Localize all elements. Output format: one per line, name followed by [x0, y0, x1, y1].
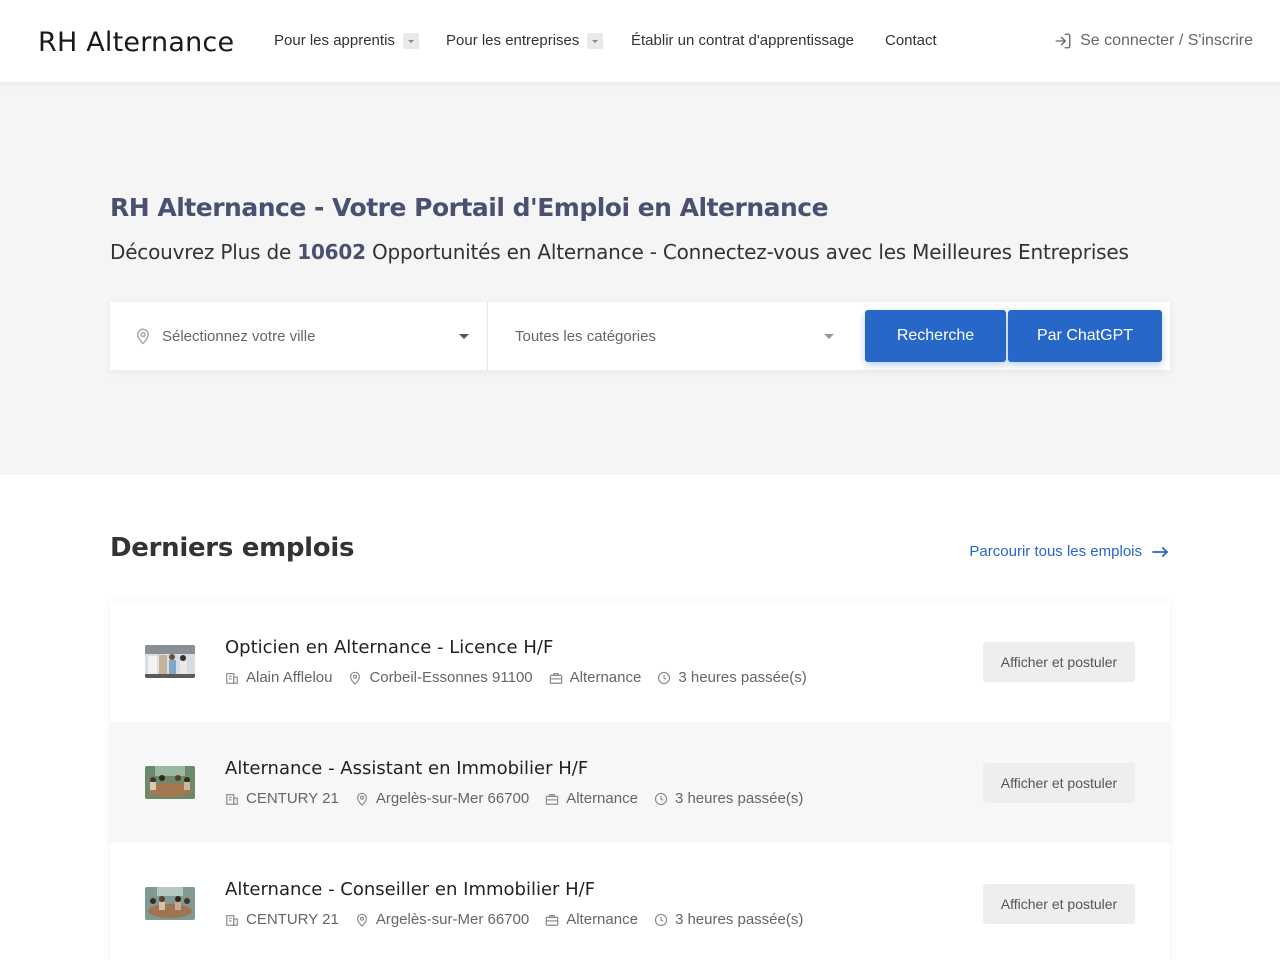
login-icon	[1055, 33, 1071, 49]
opportunity-count: 10602	[297, 240, 366, 264]
site-logo[interactable]: RH Alternance	[38, 27, 234, 58]
job-meta: Alain Afflelou Corbeil-Essonnes 91100 Al…	[225, 669, 823, 686]
login-link[interactable]: Se connecter / S'inscrire	[1054, 32, 1253, 50]
job-location: Argelès-sur-Mer 66700	[375, 790, 530, 807]
job-company: CENTURY 21	[246, 911, 339, 928]
building-icon	[226, 793, 238, 805]
job-type: Alternance	[569, 669, 642, 686]
job-title[interactable]: Alternance - Conseiller en Immobilier H/…	[225, 879, 595, 900]
clock-icon	[658, 671, 671, 684]
job-thumbnail[interactable]	[145, 887, 195, 920]
city-select[interactable]: Sélectionnez votre ville	[110, 302, 488, 370]
job-posted: 3 heures passée(s)	[674, 911, 804, 928]
briefcase-icon	[545, 793, 559, 805]
nav-item-label: Contact	[885, 32, 937, 49]
nav-item-contact[interactable]: Contact	[885, 32, 937, 49]
building-icon	[226, 914, 238, 926]
location-pin-icon	[356, 792, 367, 806]
chatgpt-button[interactable]: Par ChatGPT	[1008, 310, 1162, 362]
location-pin-icon	[356, 913, 367, 927]
location-pin-icon	[137, 328, 149, 345]
job-row: Alternance - Assistant en Immobilier H/F…	[110, 722, 1170, 843]
login-label: Se connecter / S'inscrire	[1080, 32, 1253, 49]
browse-all-jobs-link[interactable]: Parcourir tous les emplois	[969, 543, 1168, 560]
dropdown-arrow-icon	[824, 334, 834, 339]
subtitle-prefix: Découvrez Plus de	[110, 240, 298, 264]
clock-icon	[654, 792, 668, 805]
job-thumbnail[interactable]	[145, 645, 195, 678]
latest-jobs-title: Derniers emplois	[110, 533, 355, 563]
apply-button[interactable]: Afficher et postuler	[983, 884, 1135, 924]
jobs-list: Opticien en Alternance - Licence H/F Ala…	[110, 601, 1170, 960]
arrow-right-icon	[1152, 546, 1168, 557]
nav-item-label: Pour les entreprises	[446, 32, 580, 49]
dropdown-arrow-icon	[459, 334, 469, 339]
nav-item-label: Établir un contrat d'apprentissage	[631, 32, 855, 49]
category-select-placeholder: Toutes les catégories	[515, 327, 656, 345]
hero-title: RH Alternance - Votre Portail d'Emploi e…	[110, 193, 829, 222]
site-header: RH Alternance Pour les apprentis Pour le…	[0, 0, 1280, 82]
city-select-placeholder: Sélectionnez votre ville	[162, 327, 316, 345]
category-select[interactable]: Toutes les catégories	[488, 302, 858, 370]
briefcase-icon	[545, 914, 559, 926]
building-icon	[226, 672, 238, 684]
job-title[interactable]: Opticien en Alternance - Licence H/F	[225, 637, 553, 658]
search-bar: Sélectionnez votre ville Toutes les caté…	[110, 302, 1170, 370]
job-meta: CENTURY 21 Argelès-sur-Mer 66700 Alterna…	[225, 790, 819, 807]
job-thumbnail[interactable]	[145, 766, 195, 799]
job-meta: CENTURY 21 Argelès-sur-Mer 66700 Alterna…	[225, 911, 819, 928]
clock-icon	[654, 913, 668, 926]
job-location: Argelès-sur-Mer 66700	[375, 911, 530, 928]
apply-button[interactable]: Afficher et postuler	[983, 763, 1135, 803]
subtitle-suffix: Opportunités en Alternance - Connectez-v…	[365, 240, 1129, 264]
hero-subtitle: Découvrez Plus de 10602 Opportunités en …	[110, 240, 1129, 264]
job-company: CENTURY 21	[246, 790, 339, 807]
job-row: Alternance - Conseiller en Immobilier H/…	[110, 843, 1170, 960]
search-button[interactable]: Recherche	[865, 310, 1006, 362]
job-location: Corbeil-Essonnes 91100	[369, 669, 533, 686]
browse-link-label: Parcourir tous les emplois	[969, 543, 1142, 560]
hero-section: RH Alternance - Votre Portail d'Emploi e…	[0, 82, 1280, 475]
nav-item-entreprises[interactable]: Pour les entreprises	[446, 32, 604, 49]
location-pin-icon	[350, 671, 361, 685]
job-row: Opticien en Alternance - Licence H/F Ala…	[110, 601, 1170, 722]
apply-button[interactable]: Afficher et postuler	[983, 642, 1135, 682]
job-type: Alternance	[566, 790, 638, 807]
job-posted: 3 heures passée(s)	[678, 669, 807, 686]
chevron-down-icon	[587, 32, 604, 49]
nav-item-apprentis[interactable]: Pour les apprentis	[274, 32, 419, 49]
nav-item-label: Pour les apprentis	[274, 32, 395, 49]
job-type: Alternance	[566, 911, 638, 928]
briefcase-icon	[549, 672, 562, 684]
nav-item-contrat[interactable]: Établir un contrat d'apprentissage	[631, 32, 854, 49]
job-company: Alain Afflelou	[246, 669, 333, 686]
chevron-down-icon	[402, 32, 419, 49]
job-posted: 3 heures passée(s)	[674, 790, 804, 807]
job-title[interactable]: Alternance - Assistant en Immobilier H/F	[225, 758, 588, 779]
